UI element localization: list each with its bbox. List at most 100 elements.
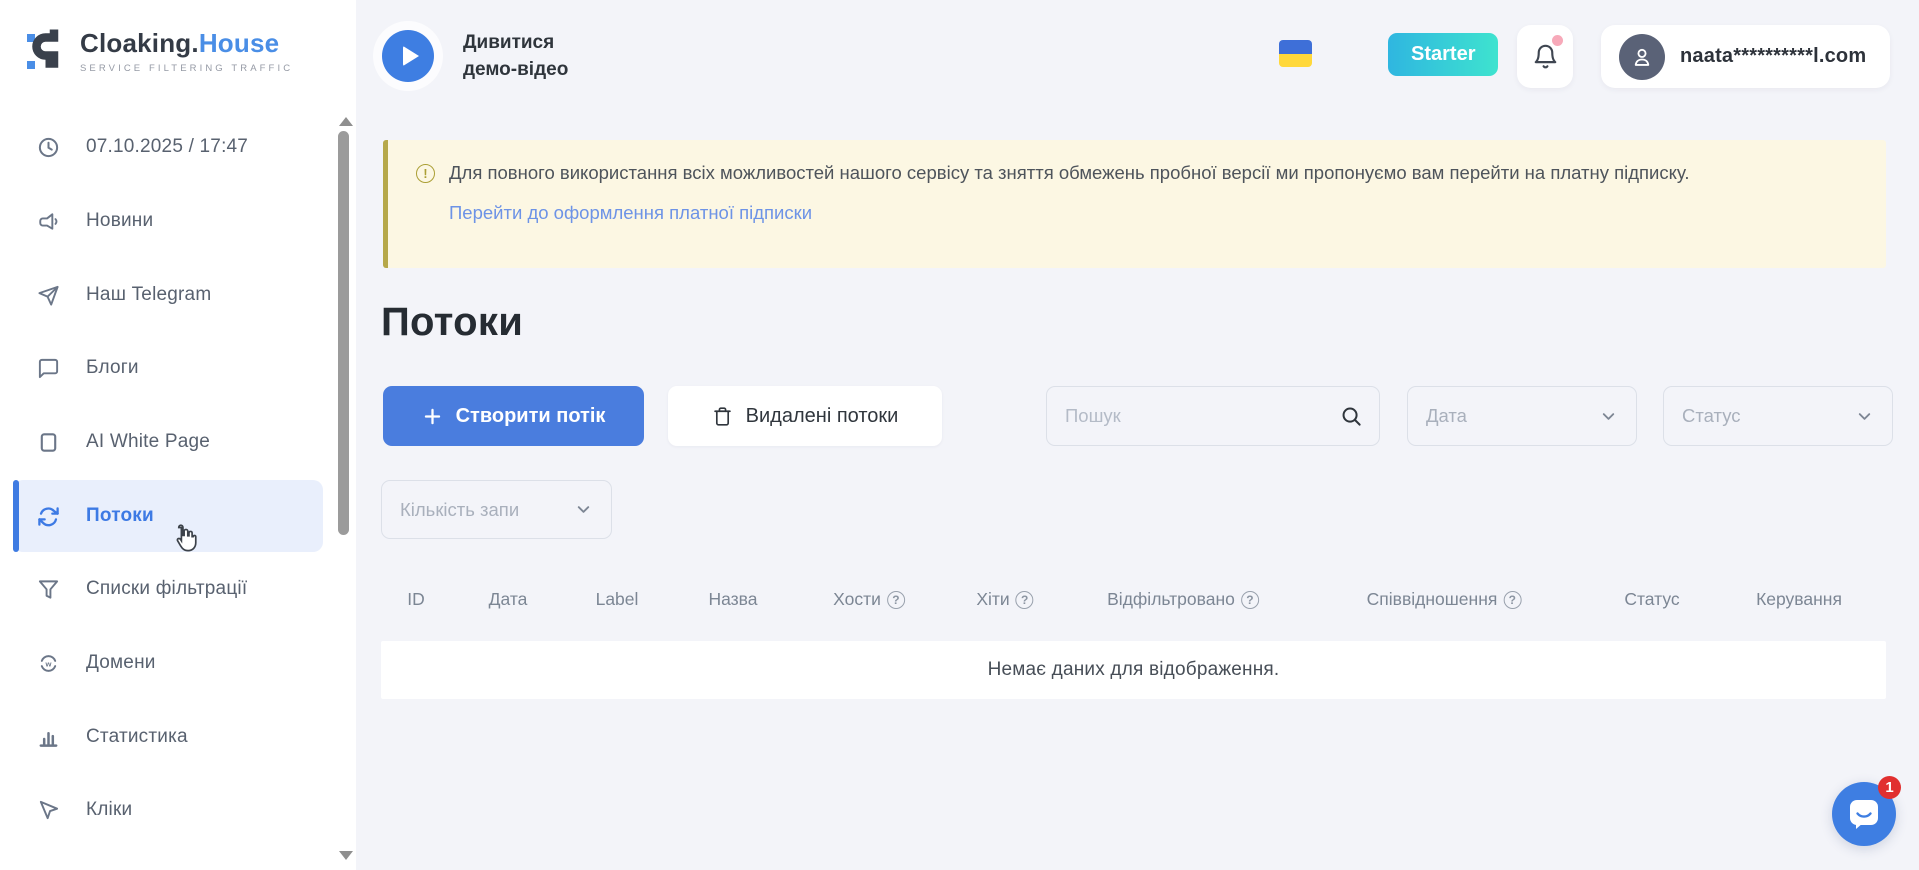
sidebar-item-telegram[interactable]: Наш Telegram	[36, 275, 211, 315]
language-flag-ukraine[interactable]	[1279, 40, 1312, 67]
sidebar-scroll-up-arrow[interactable]	[339, 117, 353, 126]
column-label: Хости	[833, 589, 881, 610]
sidebar-item-clicks[interactable]: Кліки	[36, 790, 132, 830]
sidebar-item-blogs[interactable]: Блоги	[36, 348, 139, 388]
column-label: Керування	[1756, 589, 1842, 610]
brand-text: Cloaking.House SERVICE FILTERING TRAFFIC	[80, 28, 293, 74]
paper-plane-icon	[36, 283, 60, 307]
flag-blue-stripe	[1279, 40, 1312, 54]
notification-dot	[1552, 35, 1563, 46]
chat-bubble-icon	[36, 356, 60, 380]
avatar	[1619, 34, 1665, 80]
sidebar-scrollbar-thumb[interactable]	[338, 131, 349, 535]
brand-name-accent: House	[199, 28, 279, 58]
status-filter-select[interactable]: Статус	[1663, 386, 1893, 446]
notifications-button[interactable]	[1517, 25, 1573, 88]
column-header-hosts: Хости?	[833, 589, 905, 610]
create-flow-button[interactable]: Створити потік	[383, 386, 644, 446]
help-icon[interactable]: ?	[1016, 591, 1034, 609]
column-header-id: ID	[407, 589, 425, 610]
chat-unread-badge: 1	[1878, 776, 1901, 799]
sidebar-item-label: AI White Page	[86, 431, 210, 453]
sidebar-active-bar	[13, 480, 19, 552]
sidebar-item-domains[interactable]: w Домени	[36, 643, 156, 683]
status-filter-label: Статус	[1682, 405, 1740, 427]
column-label: Назва	[708, 589, 757, 610]
deleted-flows-label: Видалені потоки	[746, 405, 899, 428]
column-label: Статус	[1624, 589, 1679, 610]
sidebar-scroll-down-arrow[interactable]	[339, 851, 353, 860]
sidebar-item-flows[interactable]: Потоки	[36, 496, 154, 536]
sidebar-item-ai-white-page[interactable]: AI White Page	[36, 422, 210, 462]
app-screen: Cloaking.House SERVICE FILTERING TRAFFIC…	[0, 0, 1919, 870]
brand-name: Cloaking.House	[80, 28, 293, 59]
sidebar-item-label: Домени	[86, 652, 156, 674]
search-input[interactable]	[1047, 387, 1379, 445]
sidebar-item-label: Наш Telegram	[86, 284, 211, 306]
deleted-flows-button[interactable]: Видалені потоки	[668, 386, 942, 446]
date-filter-select[interactable]: Дата	[1407, 386, 1637, 446]
svg-text:w: w	[44, 659, 51, 668]
brand-logo-icon	[27, 26, 67, 76]
column-header-status: Статус	[1624, 589, 1679, 610]
user-account-button[interactable]: naata**********l.com	[1601, 25, 1890, 88]
sidebar-item-statistics[interactable]: Статистика	[36, 717, 188, 757]
sidebar-item-label: Статистика	[86, 726, 188, 748]
search-icon[interactable]	[1340, 405, 1363, 428]
bell-icon	[1532, 42, 1559, 71]
column-header-name: Назва	[708, 589, 757, 610]
sync-icon	[36, 504, 60, 528]
demo-video-play-button[interactable]	[382, 30, 434, 82]
chevron-down-icon	[1599, 407, 1618, 426]
per-page-select[interactable]: Кількість запи	[381, 480, 612, 539]
warning-icon: !	[416, 164, 435, 183]
help-icon[interactable]: ?	[1241, 591, 1259, 609]
sidebar-item-label: Кліки	[86, 799, 132, 821]
column-label: Співвідношення	[1367, 589, 1498, 610]
help-icon[interactable]: ?	[887, 591, 905, 609]
empty-state-text: Немає даних для відображення.	[988, 659, 1280, 681]
sidebar-item-datetime[interactable]: 07.10.2025 / 17:47	[36, 127, 248, 167]
cursor-icon	[36, 798, 60, 822]
plan-badge[interactable]: Starter	[1388, 33, 1498, 76]
sidebar: Cloaking.House SERVICE FILTERING TRAFFIC…	[0, 0, 356, 870]
sidebar-item-label: Новини	[86, 210, 153, 232]
page-title: Потоки	[381, 300, 523, 345]
brand-name-primary: Cloaking.	[80, 28, 199, 58]
column-header-date: Дата	[489, 589, 528, 610]
chevron-down-icon	[1855, 407, 1874, 426]
play-icon	[403, 46, 419, 66]
column-header-ratio: Співвідношення?	[1367, 589, 1522, 610]
user-email: naata**********l.com	[1680, 45, 1866, 68]
column-label: Відфільтровано	[1107, 589, 1235, 610]
column-label: Дата	[489, 589, 528, 610]
domain-icon: w	[36, 651, 60, 675]
create-flow-label: Створити потік	[456, 405, 606, 428]
help-icon[interactable]: ?	[1503, 591, 1521, 609]
mouse-hand-cursor	[168, 522, 200, 556]
trash-icon	[712, 406, 733, 427]
funnel-icon	[36, 577, 60, 601]
plus-icon	[422, 406, 443, 427]
page-icon	[36, 430, 60, 454]
date-filter-label: Дата	[1426, 405, 1467, 427]
trial-warning-banner: ! Для повного використання всіх можливос…	[383, 140, 1886, 268]
sidebar-item-filter-lists[interactable]: Списки фільтрації	[36, 569, 247, 609]
search-field	[1046, 386, 1380, 446]
person-icon	[1629, 44, 1655, 70]
upgrade-subscription-link[interactable]: Перейти до оформлення платної підписки	[449, 202, 812, 224]
column-header-manage: Керування	[1756, 589, 1842, 610]
brand-tagline: SERVICE FILTERING TRAFFIC	[80, 63, 293, 74]
sidebar-item-label: Блоги	[86, 357, 139, 379]
chat-smile-icon	[1846, 796, 1882, 832]
column-header-filtered: Відфільтровано?	[1107, 589, 1259, 610]
column-label: ID	[407, 589, 425, 610]
sidebar-item-news[interactable]: Новини	[36, 201, 153, 241]
megaphone-icon	[36, 209, 60, 233]
brand-logo[interactable]: Cloaking.House SERVICE FILTERING TRAFFIC	[27, 26, 293, 76]
clock-icon	[36, 135, 60, 159]
chat-widget-button[interactable]: 1	[1832, 782, 1896, 846]
table-empty-row: Немає даних для відображення.	[381, 641, 1886, 699]
demo-video-label[interactable]: Дивитися демо-відео	[463, 29, 593, 83]
column-header-hits: Хіти?	[976, 589, 1033, 610]
